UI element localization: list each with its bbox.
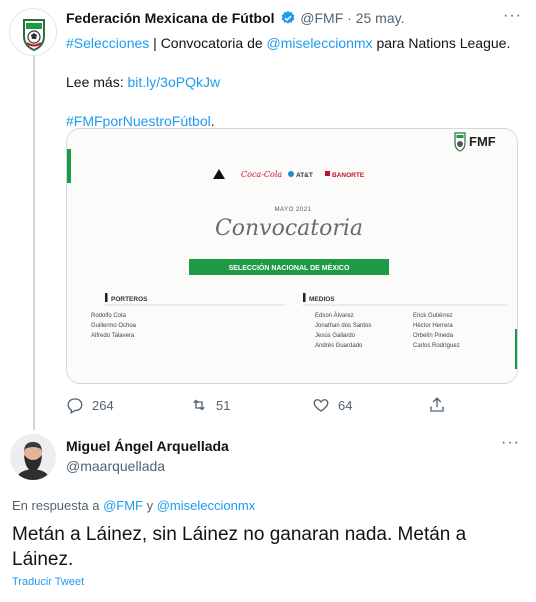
reply-more-options-icon[interactable]: ··· bbox=[501, 434, 520, 452]
tweet-line-1-text-a: | Convocatoria de bbox=[149, 35, 267, 51]
like-count: 64 bbox=[338, 397, 353, 413]
player-alvarez: Edson Álvarez bbox=[315, 312, 354, 319]
tweet-line-1: #Selecciones | Convocatoria de @miselecc… bbox=[66, 34, 521, 53]
fmf-crest-icon bbox=[23, 19, 45, 52]
replying-mention-miseleccionmx[interactable]: @miseleccionmx bbox=[157, 498, 255, 513]
retweet-count: 51 bbox=[216, 397, 231, 413]
player-talavera: Alfredo Talavera bbox=[91, 333, 135, 339]
tweet-image[interactable]: FMF Coca-Cola AT&T BANORTE MAYO 2021 Con… bbox=[66, 128, 518, 384]
player-rodriguez: Carlos Rodríguez bbox=[413, 343, 460, 349]
replying-to: En respuesta a @FMF y @miseleccionmx bbox=[12, 498, 255, 513]
player-pineda: Orbelín Pineda bbox=[413, 333, 454, 339]
original-tweet[interactable]: Federación Mexicana de Fútbol @FMF · 25 … bbox=[0, 0, 536, 430]
thread-connector bbox=[33, 52, 35, 430]
hashtag-selecciones[interactable]: #Selecciones bbox=[66, 35, 149, 51]
tweet-header: Federación Mexicana de Fútbol @FMF · 25 … bbox=[66, 7, 522, 29]
accent-bar-green bbox=[67, 149, 71, 183]
medios-marker bbox=[303, 293, 306, 302]
short-link[interactable]: bit.ly/3oPQkJw bbox=[127, 74, 220, 90]
mention-miseleccionmx[interactable]: @miseleccionmx bbox=[267, 35, 373, 51]
player-gallardo: Jesús Gallardo bbox=[315, 333, 356, 339]
reply-text: Metán a Láinez, sin Láinez no ganaran na… bbox=[12, 524, 467, 570]
retweet-icon bbox=[193, 399, 205, 411]
banorte-mark-icon bbox=[325, 171, 330, 176]
sponsor-cocacola: Coca-Cola bbox=[241, 170, 282, 179]
tweet-actions: 264 51 64 bbox=[66, 396, 456, 416]
player-guardado: Andrés Guardado bbox=[315, 343, 363, 349]
fmf-logo: FMF bbox=[454, 132, 496, 152]
like-action[interactable]: 64 bbox=[312, 396, 352, 414]
tweet-date[interactable]: 25 may. bbox=[356, 10, 405, 26]
author-name[interactable]: Federación Mexicana de Fútbol bbox=[66, 10, 275, 26]
heart-icon bbox=[313, 399, 329, 412]
replying-mention-fmf[interactable]: @FMF bbox=[103, 498, 143, 513]
reply-action[interactable]: 264 bbox=[66, 396, 114, 414]
reply-icon bbox=[67, 398, 83, 414]
player-dos-santos: Jonathan dos Santos bbox=[315, 323, 371, 329]
reply-author-handle[interactable]: @maarquellada bbox=[66, 458, 165, 474]
replying-prefix: En respuesta a bbox=[12, 498, 104, 513]
tweet-line-2: Lee más: bit.ly/3oPQkJw bbox=[66, 73, 521, 92]
section-medios-title: MEDIOS bbox=[309, 296, 335, 303]
header-separator: · bbox=[347, 10, 352, 26]
att-globe-icon bbox=[288, 171, 294, 177]
player-ochoa: Guillermo Ochoa bbox=[91, 323, 137, 329]
focused-reply-tweet[interactable]: Miguel Ángel Arquellada @maarquellada ··… bbox=[0, 428, 536, 602]
player-cota: Rodolfo Cota bbox=[91, 313, 127, 319]
reply-count: 264 bbox=[92, 397, 114, 413]
reply-author-name[interactable]: Miguel Ángel Arquellada bbox=[66, 438, 229, 454]
retweet-action[interactable]: 51 bbox=[190, 396, 230, 414]
tweet-line-3-suffix: . bbox=[210, 113, 215, 129]
fmf-avatar[interactable] bbox=[9, 8, 57, 56]
reply-author-avatar[interactable] bbox=[10, 434, 56, 480]
convocatoria-graphic: FMF Coca-Cola AT&T BANORTE MAYO 2021 Con… bbox=[67, 129, 517, 383]
banner-text: SELECCIÓN NACIONAL DE MÉXICO bbox=[229, 263, 350, 272]
sponsor-att: AT&T bbox=[296, 172, 313, 179]
hashtag-fmf[interactable]: #FMFporNuestroFútbol bbox=[66, 113, 211, 129]
more-options-icon[interactable]: ··· bbox=[503, 7, 522, 25]
bearded-man-avatar-icon bbox=[10, 434, 56, 480]
verified-badge-icon bbox=[281, 11, 295, 24]
tweet-line-1-text-b: para Nations League. bbox=[372, 35, 511, 51]
date-label: MAYO 2021 bbox=[275, 207, 312, 213]
section-porteros-title: PORTEROS bbox=[111, 296, 148, 303]
player-gutierrez: Erick Gutiérrez bbox=[413, 313, 453, 319]
player-herrera: Héctor Herrera bbox=[413, 323, 453, 329]
author-handle[interactable]: @FMF bbox=[300, 10, 343, 26]
porteros-marker bbox=[105, 293, 108, 302]
read-more-label: Lee más: bbox=[66, 74, 128, 90]
script-title: Convocatoria bbox=[215, 216, 363, 241]
share-action[interactable] bbox=[428, 396, 446, 414]
replying-and: y bbox=[142, 498, 157, 513]
fmf-logo-text: FMF bbox=[469, 134, 496, 149]
accent-bar-green-right bbox=[515, 329, 517, 369]
translate-tweet-link[interactable]: Traducir Tweet bbox=[12, 576, 84, 588]
share-icon bbox=[430, 397, 444, 412]
sponsor-banorte: BANORTE bbox=[332, 172, 365, 179]
